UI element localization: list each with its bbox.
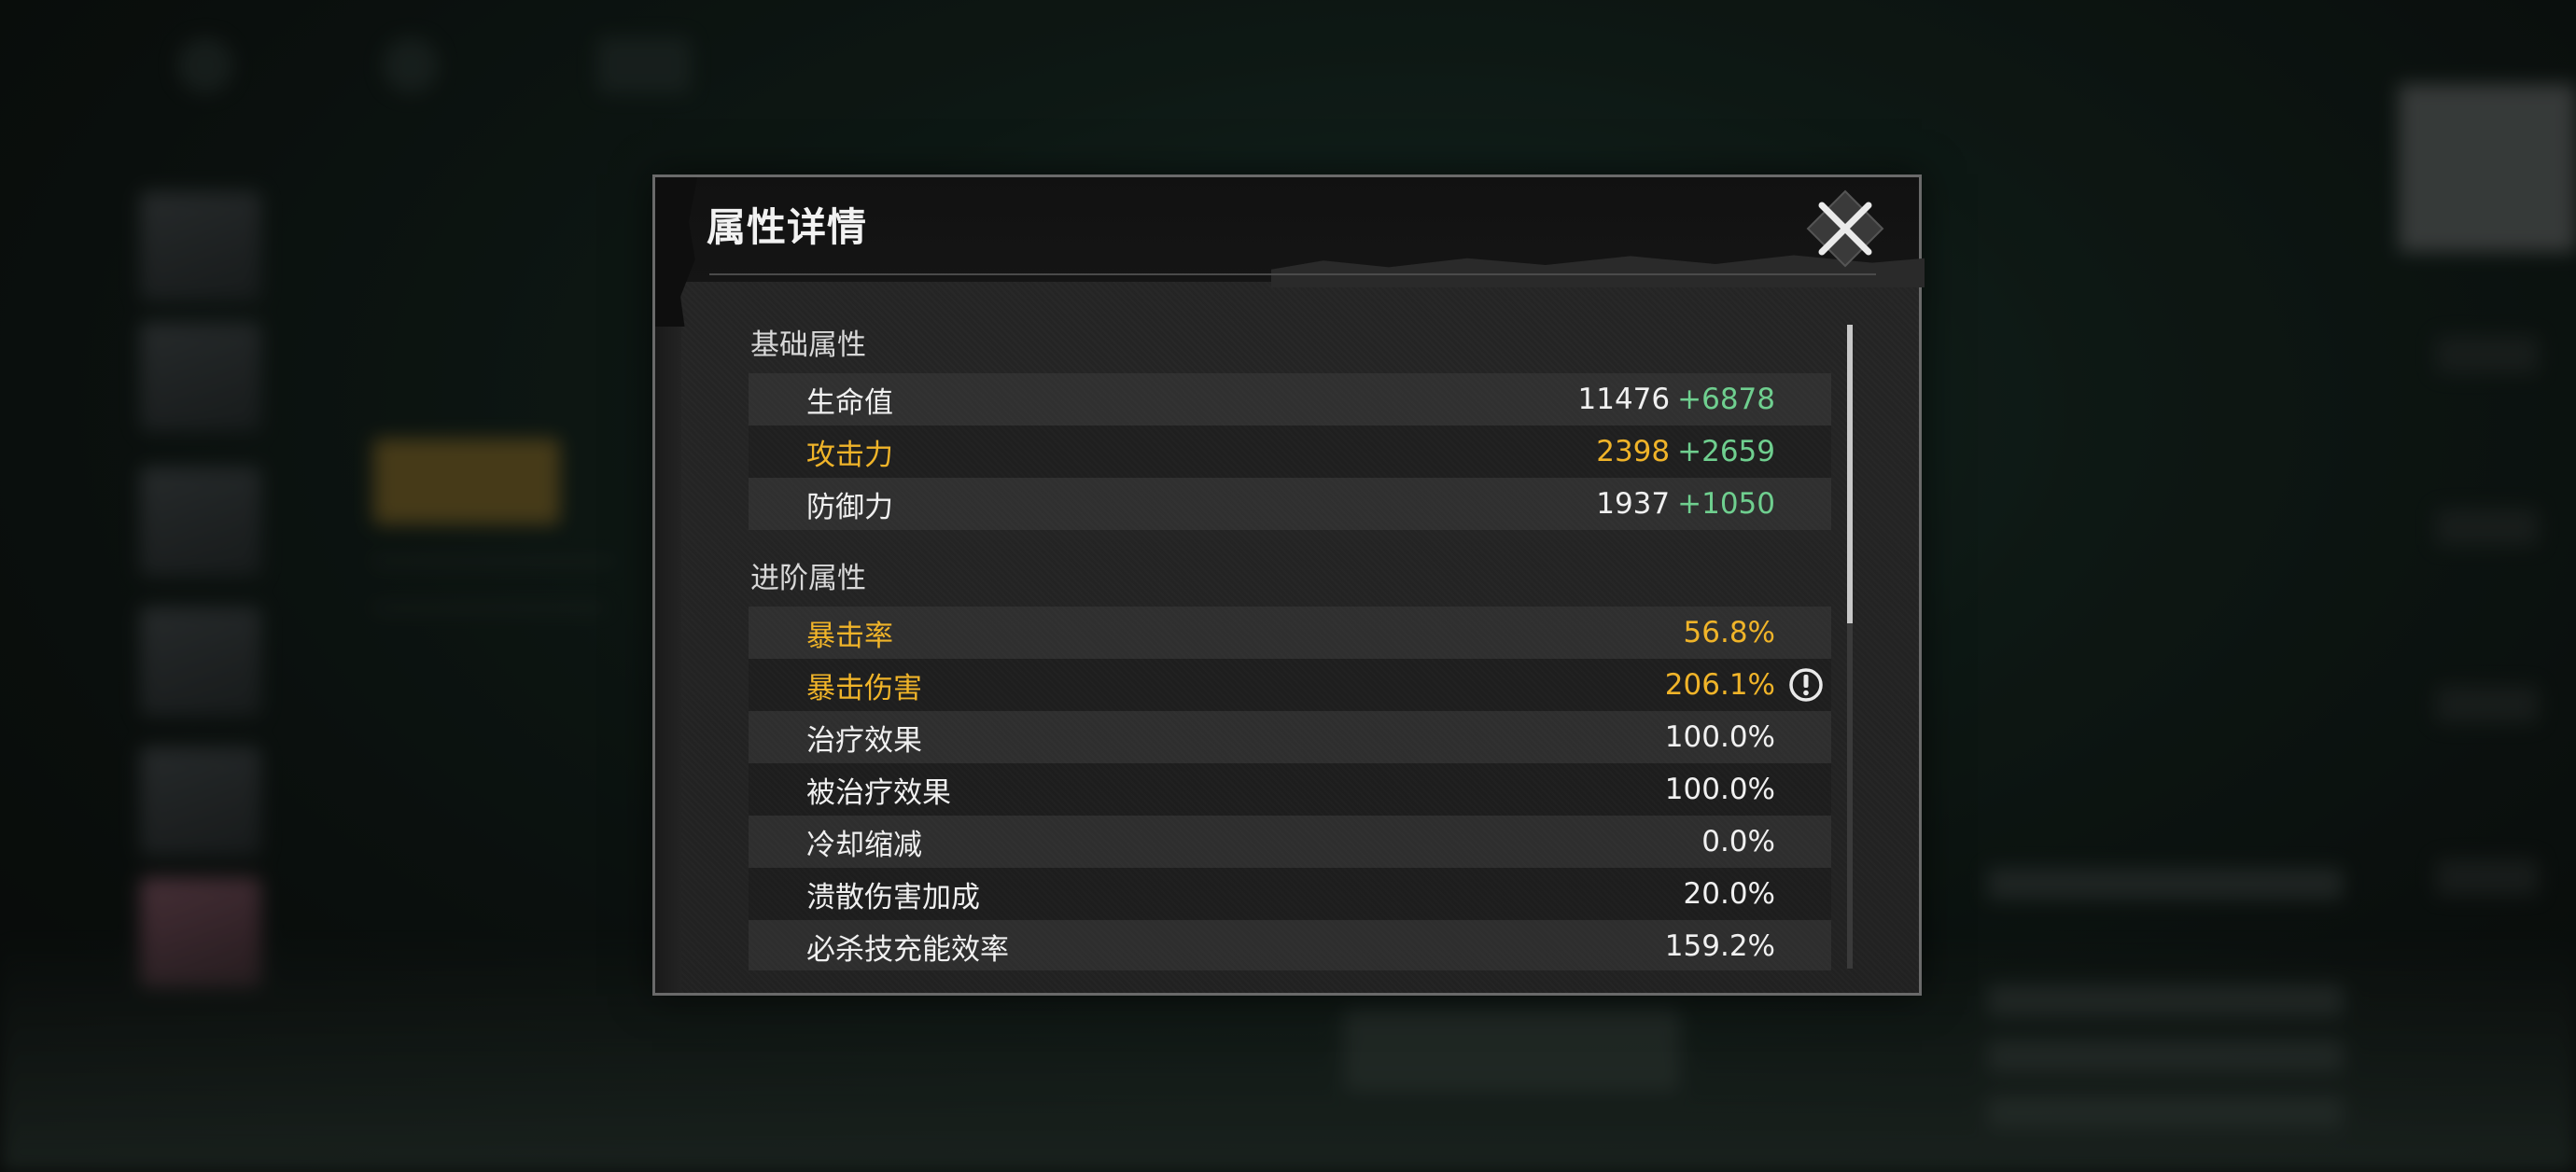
attribute-value: 0.0% [1701,825,1775,858]
modal-title: 属性详情 [707,204,868,250]
basic-attributes: 生命值 11476 +6878 攻击力 2398 +2659 防御力 1937 +10… [749,373,1831,530]
attribute-row-ultimate-charge: 必杀技充能效率 159.2% [749,920,1831,970]
attribute-label: 溃散伤害加成 [806,880,980,914]
attribute-label: 冷却缩减 [806,828,922,862]
attribute-details-modal: 属性详情 基础属性 生命值 11476 +6878 攻击力 2398 +2659 防… [652,174,1925,996]
attribute-row-break-damage: 溃散伤害加成 20.0% [749,868,1831,920]
attribute-value: 100.0% [1664,720,1775,754]
attribute-row-healed: 被治疗效果 100.0% [749,763,1831,816]
header-divider [709,273,1876,275]
attribute-value: 100.0% [1664,773,1775,806]
attribute-label: 暴击率 [806,619,893,653]
attribute-label: 防御力 [806,490,893,524]
basic-section-title: 基础属性 [750,328,866,362]
attribute-row-attack: 攻击力 2398 +2659 [749,426,1831,478]
attribute-label: 生命值 [806,385,893,420]
attribute-bonus: +2659 [1677,435,1775,468]
attribute-value: 1937 [1596,487,1671,521]
close-button[interactable] [1803,187,1887,271]
attribute-bonus: +1050 [1677,487,1775,521]
close-x-icon [1806,189,1884,268]
attribute-bonus: +6878 [1677,383,1775,416]
left-border-decoration [655,177,697,327]
attribute-row-cooldown: 冷却缩减 0.0% [749,816,1831,868]
attribute-label: 必杀技充能效率 [806,932,1009,967]
attribute-row-hp: 生命值 11476 +6878 [749,373,1831,426]
scrollbar[interactable] [1847,325,1853,969]
advanced-section-title: 进阶属性 [750,562,866,595]
attribute-list-scroll[interactable]: 基础属性 生命值 11476 +6878 攻击力 2398 +2659 防御力 19… [749,317,1831,970]
attribute-value: 206.1% [1664,668,1775,702]
attribute-label: 治疗效果 [806,723,922,758]
attribute-value: 11476 [1577,383,1671,416]
attribute-value: 20.0% [1683,877,1775,911]
attribute-row-healing: 治疗效果 100.0% [749,711,1831,763]
attribute-value: 159.2% [1664,929,1775,963]
attribute-row-defense: 防御力 1937 +1050 [749,478,1831,530]
attribute-row-crit-damage: 暴击伤害 206.1% [749,659,1831,711]
advanced-attributes: 暴击率 56.8% 暴击伤害 206.1% 治疗效果 100.0% 被治疗效果 … [749,607,1831,970]
attribute-label: 暴击伤害 [806,671,922,705]
scrollbar-thumb[interactable] [1847,325,1853,623]
attribute-row-crit-rate: 暴击率 56.8% [749,607,1831,659]
warning-circle-icon[interactable] [1788,667,1824,703]
attribute-value: 56.8% [1683,616,1775,649]
attribute-label: 被治疗效果 [806,775,951,810]
attribute-label: 攻击力 [806,438,893,472]
attribute-value: 2398 [1596,435,1671,468]
